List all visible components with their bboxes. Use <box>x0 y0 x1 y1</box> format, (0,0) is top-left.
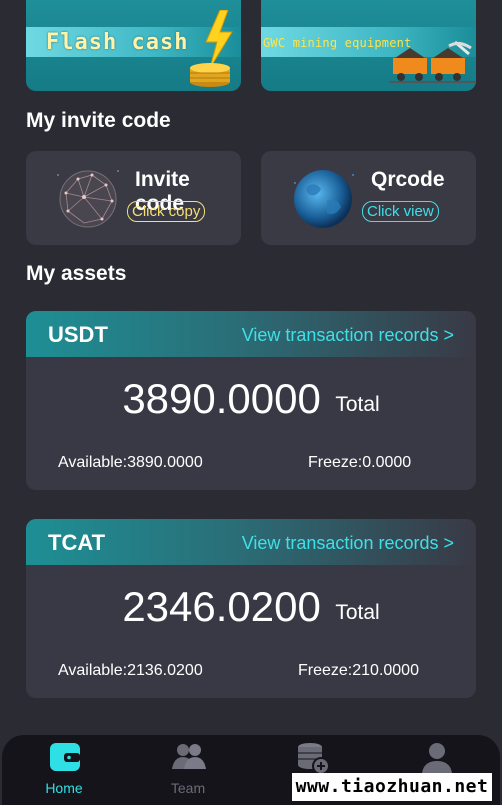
watermark: www.tiaozhuan.net <box>292 773 492 801</box>
asset-card-tcat: TCAT View transaction records > 2346.020… <box>26 519 476 698</box>
qrcode-card[interactable]: Qrcode Click view <box>261 151 476 245</box>
gwc-mining-banner[interactable]: GWC mining equipment <box>261 0 476 91</box>
available-balance: Available:3890.0000 <box>58 454 203 471</box>
mining-carts-icon <box>389 40 475 83</box>
asset-amount: 3890.0000 <box>122 375 321 422</box>
click-view-button[interactable]: Click view <box>362 201 439 222</box>
asset-amount: 2346.0200 <box>122 583 321 630</box>
click-copy-button[interactable]: Click copy <box>127 201 206 222</box>
team-icon <box>172 744 206 769</box>
qrcode-title: Qrcode <box>371 168 445 191</box>
view-transaction-records-link[interactable]: View transaction records > <box>242 533 454 554</box>
network-globe-icon <box>57 170 119 228</box>
asset-total: 3890.0000 Total <box>26 375 476 423</box>
flash-cash-label: Flash cash <box>46 30 189 55</box>
asset-name: TCAT <box>48 530 106 555</box>
asset-total: 2346.0200 Total <box>26 583 476 631</box>
wallet-icon <box>50 743 80 771</box>
asset-name: USDT <box>48 322 108 347</box>
coins-plus-icon <box>298 743 330 775</box>
freeze-balance: Freeze:210.0000 <box>298 662 419 679</box>
total-label: Total <box>335 601 380 625</box>
assets-section-title: My assets <box>26 262 127 285</box>
asset-card-usdt: USDT View transaction records > 3890.000… <box>26 311 476 490</box>
invite-code-card[interactable]: Invite code Click copy <box>26 151 241 245</box>
user-icon <box>422 743 452 773</box>
tab-home-label: Home <box>45 780 83 796</box>
flash-cash-banner[interactable]: Flash cash <box>26 0 241 91</box>
tab-team-label: Team <box>170 780 206 796</box>
tab-home[interactable]: Home <box>2 735 126 805</box>
invite-section-title: My invite code <box>26 109 171 132</box>
earth-globe-icon <box>294 170 354 228</box>
view-transaction-records-link[interactable]: View transaction records > <box>242 325 454 346</box>
freeze-balance: Freeze:0.0000 <box>308 454 412 471</box>
available-balance: Available:2136.0200 <box>58 662 203 679</box>
gold-coins-icon <box>190 63 230 87</box>
total-label: Total <box>335 393 380 417</box>
tab-team[interactable]: Team <box>126 735 250 805</box>
